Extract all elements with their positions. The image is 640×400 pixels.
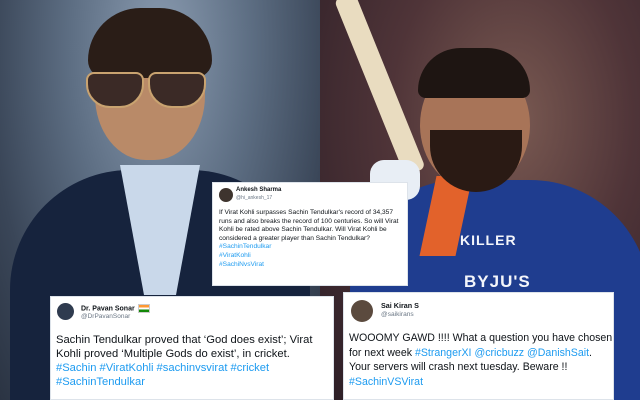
tweet-text: Sachin Tendulkar proved that ‘God does e…: [56, 334, 313, 360]
sunglasses: [86, 72, 206, 108]
tweet-author-handle: @DrPavanSonar: [81, 313, 131, 320]
cricket-bat: [334, 0, 426, 177]
person-hair: [88, 8, 212, 78]
jersey-brand: KILLER: [460, 232, 517, 248]
hashtag-link[interactable]: #SachinTendulkar: [219, 243, 407, 252]
tweet-text: If Virat Kohli surpasses Sachin Tendulka…: [219, 209, 399, 242]
tweet-author-name: Ankesh Sharma: [236, 187, 282, 193]
hashtag-link[interactable]: #SachinTendulkar: [56, 375, 332, 389]
hashtag-links[interactable]: #Sachin #ViratKohli #sachinvsvirat #cric…: [56, 361, 332, 375]
tweet-author-handle: @saikirans: [381, 311, 414, 318]
tweet-author-handle: @hi_ankesh_17: [236, 195, 273, 201]
tweet-card-center: Ankesh Sharma @hi_ankesh_17 If Virat Koh…: [212, 182, 408, 286]
avatar: [57, 303, 74, 320]
hashtag-link[interactable]: #SachinVSVirat: [349, 376, 423, 388]
india-flag-icon: [137, 304, 150, 313]
hashtag-link[interactable]: #ViratKohli: [219, 252, 407, 261]
avatar: [219, 188, 233, 202]
tweet-author-name: Sai Kiran S: [381, 301, 419, 310]
mention-link[interactable]: @DanishSait: [527, 347, 589, 359]
tweet-card-left: Dr. Pavan Sonar @DrPavanSonar Sachin Ten…: [50, 296, 334, 400]
tweet-author-name: Dr. Pavan Sonar: [81, 304, 150, 313]
hashtag-link[interactable]: #SachiNvsVirat: [219, 261, 407, 270]
tweet-card-right: Sai Kiran S @saikirans WOOOMY GAWD !!!! …: [343, 292, 614, 400]
avatar: [351, 300, 373, 322]
mention-link[interactable]: @cricbuzz: [474, 347, 524, 359]
jersey-sponsor: BYJU'S: [464, 272, 531, 291]
tweet-body: Sachin Tendulkar proved that ‘God does e…: [56, 333, 332, 389]
hashtag-link[interactable]: #StrangerXI: [415, 347, 472, 359]
tweet-body: WOOOMY GAWD !!!! What a question you hav…: [349, 331, 613, 389]
cricketer-hair: [418, 48, 530, 98]
tweet-body: If Virat Kohli surpasses Sachin Tendulka…: [219, 209, 407, 269]
